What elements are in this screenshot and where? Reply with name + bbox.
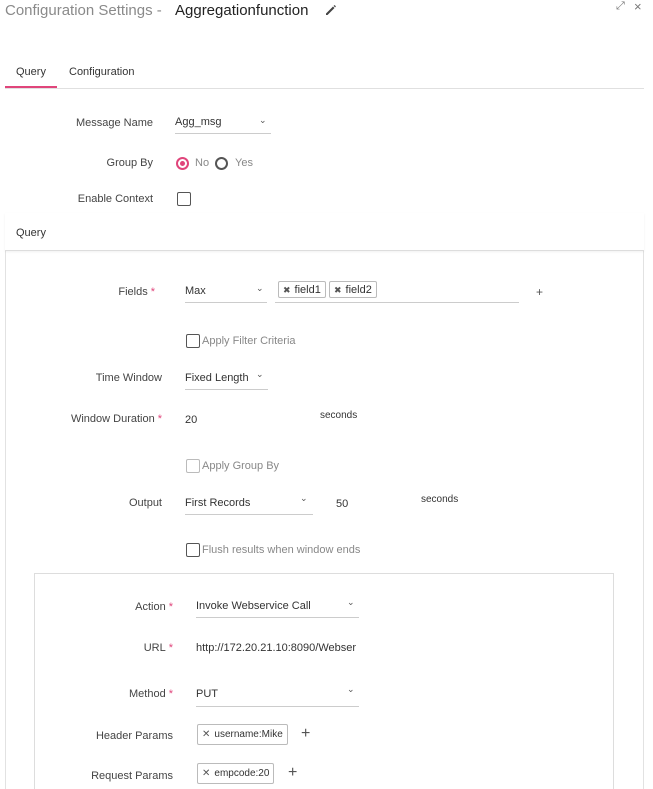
group-by-no-label: No: [195, 157, 210, 169]
action-select[interactable]: Invoke Webservice Call ⌄: [196, 594, 359, 618]
url-label: URL *: [143, 642, 173, 654]
edit-pencil-icon[interactable]: [324, 3, 338, 20]
query-panel-title: Query: [16, 227, 46, 239]
chevron-down-icon: ⌄: [300, 493, 308, 503]
remove-tag-icon[interactable]: ✖: [334, 283, 342, 297]
window-duration-input[interactable]: 20: [185, 414, 197, 426]
group-by-yes-radio[interactable]: [215, 157, 228, 170]
request-params-label: Request Params: [91, 770, 173, 782]
chevron-down-icon: ⌄: [256, 283, 264, 293]
output-unit: seconds: [421, 494, 459, 505]
request-param-tag[interactable]: ✕ empcode:20: [197, 763, 275, 784]
message-name-label: Message Name: [75, 117, 153, 129]
page-title-prefix: Configuration Settings -: [5, 2, 162, 19]
group-by-label: Group By: [106, 157, 153, 169]
fields-function-value: Max: [185, 285, 206, 297]
add-field-icon[interactable]: +: [536, 285, 543, 299]
remove-tag-icon[interactable]: ✖: [283, 283, 291, 297]
method-select[interactable]: PUT ⌄: [196, 682, 359, 707]
expand-icon[interactable]: ⤢: [616, 0, 625, 13]
tab-query[interactable]: Query: [16, 66, 46, 78]
request-param-tag-label: empcode:20: [214, 767, 270, 779]
required-marker: *: [157, 413, 162, 425]
required-marker: *: [150, 286, 155, 298]
output-number-input[interactable]: 50: [336, 498, 348, 510]
action-label: Action *: [135, 601, 173, 613]
remove-tag-icon[interactable]: ✕: [202, 728, 210, 742]
header-param-tag-label: username:Mike: [214, 728, 283, 740]
header-param-tag[interactable]: ✕ username:Mike: [197, 724, 288, 745]
enable-context-checkbox[interactable]: [177, 192, 191, 206]
flush-results-checkbox[interactable]: [186, 543, 200, 557]
fields-function-select[interactable]: Max ⌄: [185, 279, 267, 303]
field-tag-label: field1: [294, 283, 321, 296]
group-by-yes-label: Yes: [235, 157, 253, 169]
chevron-down-icon: ⌄: [256, 369, 264, 379]
required-marker: *: [168, 642, 173, 654]
apply-filter-label: Apply Filter Criteria: [202, 335, 296, 347]
action-value: Invoke Webservice Call: [196, 600, 311, 612]
method-label: Method *: [129, 688, 173, 700]
field-tag[interactable]: ✖ field1: [278, 281, 326, 298]
apply-group-by-label: Apply Group By: [202, 460, 280, 472]
apply-filter-checkbox[interactable]: [186, 334, 200, 348]
chevron-down-icon: ⌄: [259, 115, 267, 125]
message-name-value: Agg_msg: [175, 116, 222, 128]
page-title: Aggregationfunction: [175, 2, 309, 19]
field-tag[interactable]: ✖ field2: [329, 281, 377, 298]
required-marker: *: [168, 601, 173, 613]
method-value: PUT: [196, 688, 218, 700]
time-window-label: Time Window: [95, 372, 162, 384]
tab-divider: [5, 88, 644, 89]
group-by-no-radio[interactable]: [176, 157, 189, 170]
add-request-param-icon[interactable]: +: [288, 764, 297, 782]
output-label: Output: [128, 497, 162, 509]
chevron-down-icon: ⌄: [347, 597, 355, 607]
time-window-value: Fixed Length: [185, 372, 249, 384]
tab-configuration[interactable]: Configuration: [69, 66, 134, 78]
window-duration-unit: seconds: [320, 410, 358, 421]
enable-context-label: Enable Context: [77, 193, 153, 205]
fields-label: Fields *: [118, 286, 155, 298]
add-header-param-icon[interactable]: +: [301, 725, 310, 743]
flush-results-label: Flush results when window ends: [202, 544, 361, 556]
window-duration-label: Window Duration *: [70, 413, 162, 425]
output-value: First Records: [185, 497, 251, 509]
query-panel-header: Query: [5, 213, 644, 251]
time-window-select[interactable]: Fixed Length ⌄: [185, 365, 268, 390]
header-params-label: Header Params: [95, 730, 173, 742]
required-marker: *: [168, 688, 173, 700]
fields-tags-input[interactable]: ✖ field1 ✖ field2: [275, 279, 519, 303]
field-tag-label: field2: [345, 283, 372, 296]
close-icon[interactable]: ×: [634, 0, 642, 14]
message-name-select[interactable]: Agg_msg ⌄: [175, 111, 271, 134]
url-input[interactable]: http://172.20.21.10:8090/Webser: [196, 642, 359, 654]
remove-tag-icon[interactable]: ✕: [202, 767, 210, 781]
apply-group-by-checkbox[interactable]: [186, 459, 200, 473]
output-select[interactable]: First Records ⌄: [185, 489, 313, 515]
chevron-down-icon: ⌄: [347, 684, 355, 694]
